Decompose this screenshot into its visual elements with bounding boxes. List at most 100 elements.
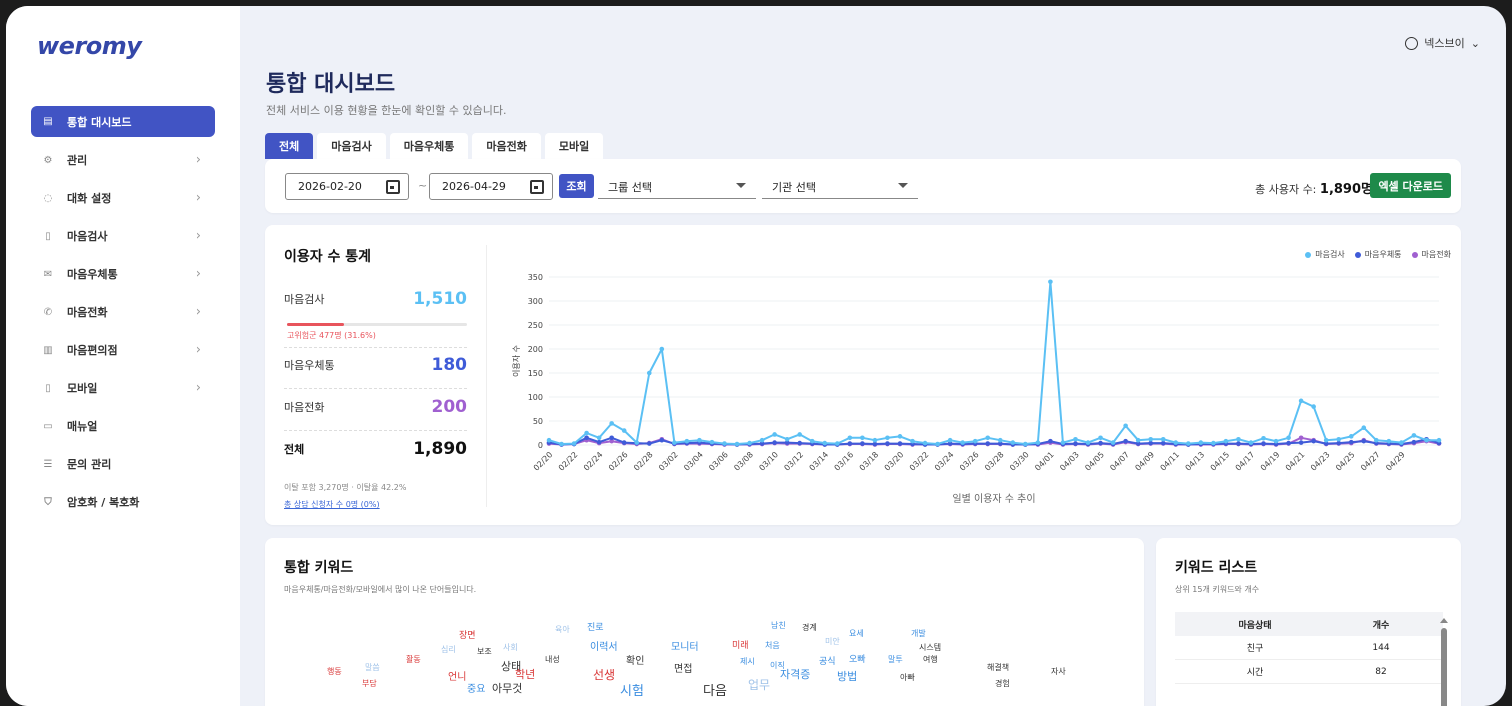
stat-label: 마음우체통	[284, 359, 335, 372]
logo[interactable]: weromy	[37, 32, 142, 60]
keyword[interactable]: 장면	[459, 628, 476, 641]
legend-item[interactable]: 마음우체통	[1354, 249, 1402, 260]
legend-item[interactable]: 마음전화	[1411, 249, 1451, 260]
keyword[interactable]: 미안	[825, 636, 840, 647]
data-point	[722, 441, 727, 446]
keyword[interactable]: 사회	[503, 642, 518, 653]
sidebar-item-dashboard[interactable]: ▤ 통합 대시보드	[31, 106, 215, 137]
data-point	[835, 441, 840, 446]
keyword[interactable]: 활동	[406, 654, 421, 665]
end-date-input[interactable]: 2026-04-29	[429, 173, 553, 200]
tab-all[interactable]: 전체	[265, 133, 314, 159]
keyword[interactable]: 미래	[732, 638, 749, 651]
keyword[interactable]: 부담	[362, 678, 377, 689]
user-menu[interactable]: 넥스브이 ⌄	[1405, 35, 1480, 51]
risk-progress-bar	[287, 323, 467, 326]
data-point	[709, 439, 715, 445]
keyword[interactable]: 자사	[1051, 666, 1066, 677]
keyword[interactable]: 진로	[587, 620, 604, 633]
sidebar-item-mind-phone[interactable]: ✆ 마음전화 ›	[31, 293, 215, 331]
legend-label: 마음우체통	[1364, 250, 1402, 259]
keyword[interactable]: 해결책	[987, 662, 1009, 673]
keyword[interactable]: 공식	[819, 654, 836, 667]
excel-download-button[interactable]: 엑셀 다운로드	[1370, 173, 1451, 198]
sidebar-item-chat-settings[interactable]: ◌ 대화 설정 ›	[31, 179, 215, 217]
data-point	[1273, 438, 1279, 444]
stat-label: 마음검사	[284, 293, 325, 306]
calendar-icon[interactable]	[530, 180, 544, 194]
keyword[interactable]: 개발	[911, 628, 926, 639]
chevron-down-icon: ⌄	[1470, 36, 1480, 50]
data-point	[772, 432, 777, 437]
keyword-table: 마음상태 개수 친구 144 시간 82	[1175, 612, 1443, 684]
keyword[interactable]: 자격증	[780, 666, 810, 682]
keyword[interactable]: 요세	[849, 628, 864, 639]
keyword[interactable]: 제시	[740, 656, 755, 667]
start-date-value: 2026-02-20	[298, 180, 362, 193]
keyword[interactable]: 내성	[545, 654, 560, 665]
tab-mind-test[interactable]: 마음검사	[317, 133, 386, 159]
sidebar-item-encryption[interactable]: ⛉ 암호화 / 복호화	[31, 483, 215, 521]
keyword[interactable]: 업무	[748, 676, 770, 693]
keyword[interactable]: 확인	[626, 652, 644, 667]
keyword[interactable]: 육아	[555, 624, 570, 635]
data-point	[596, 439, 602, 445]
stat-row-total: 전체 1,890	[284, 439, 467, 459]
keyword[interactable]: 면접	[674, 660, 692, 675]
keyword[interactable]: 선생	[593, 666, 615, 683]
x-tick-label: 04/23	[1309, 450, 1332, 473]
group-select[interactable]: 그룹 선택	[598, 175, 756, 199]
keyword[interactable]: 중요	[467, 680, 485, 695]
keyword[interactable]: 경계	[802, 622, 817, 633]
store-icon: ▥	[43, 344, 53, 356]
keyword[interactable]: 아무것	[492, 680, 522, 696]
y-tick-label: 350	[528, 273, 543, 282]
keyword[interactable]: 이력서	[590, 638, 618, 653]
keyword[interactable]: 심리	[441, 644, 456, 655]
keyword[interactable]: 경험	[995, 678, 1010, 689]
sidebar-item-mind-store[interactable]: ▥ 마음편의점 ›	[31, 331, 215, 369]
tab-mobile[interactable]: 모바일	[544, 133, 604, 159]
sidebar-item-mobile[interactable]: ▯ 모바일 ›	[31, 369, 215, 407]
keyword[interactable]: 말씀	[365, 662, 380, 673]
scroll-thumb[interactable]	[1441, 628, 1447, 706]
keyword[interactable]: 방법	[837, 668, 857, 684]
sidebar-item-inquiry[interactable]: ☰ 문의 관리	[31, 445, 215, 483]
calendar-icon[interactable]	[386, 180, 400, 194]
tab-mind-mailbox[interactable]: 마음우체통	[389, 133, 469, 159]
x-tick-label: 03/02	[657, 450, 680, 473]
sidebar-item-label: 관리	[67, 154, 88, 167]
keyword[interactable]: 시스템	[919, 642, 941, 653]
keyword[interactable]: 시험	[620, 680, 644, 699]
table-row: 시간 82	[1175, 660, 1443, 684]
x-tick-label: 03/12	[782, 450, 805, 473]
search-button[interactable]: 조회	[559, 174, 594, 198]
column-header[interactable]: 개수	[1335, 618, 1427, 631]
column-header[interactable]: 마음상태	[1175, 618, 1335, 631]
y-tick-label: 300	[528, 297, 543, 306]
keyword[interactable]: 여행	[923, 654, 938, 665]
scrollbar[interactable]	[1440, 618, 1448, 706]
sidebar-item-manual[interactable]: ▭ 매뉴얼	[31, 407, 215, 445]
keyword[interactable]: 처음	[765, 640, 780, 651]
keyword[interactable]: 오빠	[849, 652, 866, 665]
consult-applicants-link[interactable]: 총 상담 신청자 수 0명 (0%)	[284, 499, 380, 510]
keyword[interactable]: 다음	[703, 680, 727, 699]
data-point	[1286, 440, 1291, 446]
scroll-up-icon[interactable]	[1440, 618, 1448, 623]
keyword[interactable]: 말투	[888, 654, 903, 665]
keyword[interactable]: 모니터	[671, 638, 699, 653]
legend-item[interactable]: 마음검사	[1305, 249, 1345, 260]
sidebar-item-mind-mailbox[interactable]: ✉ 마음우체통 ›	[31, 255, 215, 293]
sidebar-item-mind-test[interactable]: ▯ 마음검사 ›	[31, 217, 215, 255]
keyword-list-title: 키워드 리스트	[1175, 560, 1258, 576]
tab-mind-phone[interactable]: 마음전화	[472, 133, 541, 159]
keyword[interactable]: 아빠	[900, 672, 915, 683]
keyword[interactable]: 남친	[771, 620, 786, 631]
org-select[interactable]: 기관 선택	[762, 175, 918, 199]
sidebar-item-management[interactable]: ⚙ 관리 ›	[31, 141, 215, 179]
keyword[interactable]: 보조	[477, 646, 492, 657]
start-date-input[interactable]: 2026-02-20	[285, 173, 409, 200]
data-point	[1361, 438, 1367, 444]
keyword[interactable]: 행동	[327, 666, 342, 677]
